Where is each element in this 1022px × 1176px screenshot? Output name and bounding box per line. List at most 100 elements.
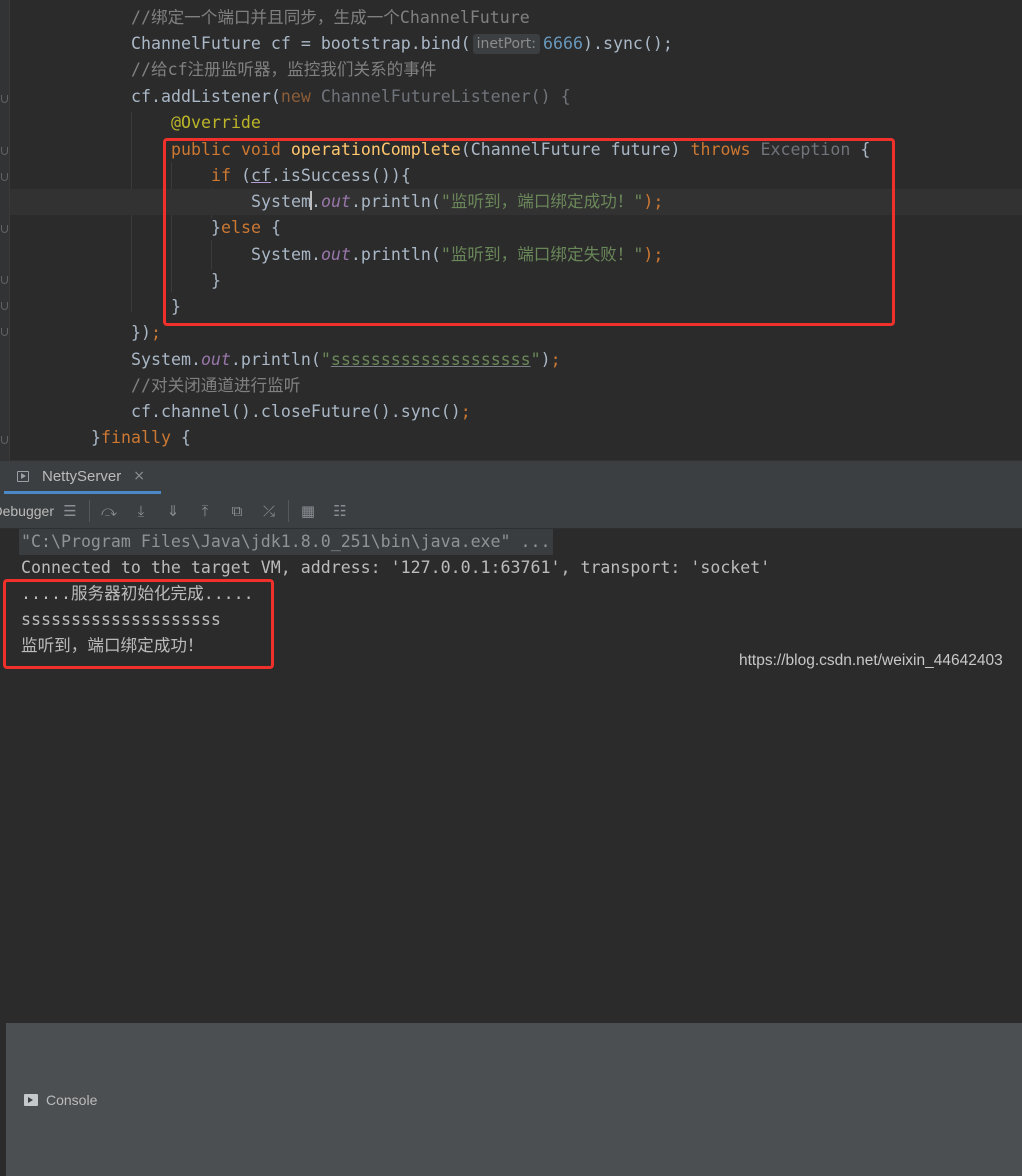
code-line-16: cf.channel().closeFuture().sync(); [131, 399, 471, 425]
code-editor[interactable]: //绑定一个端口并且同步，生成一个ChannelFuture ChannelFu… [0, 0, 1022, 460]
code-comment: //对关闭通道进行监听 [131, 376, 301, 395]
code-line-5: @Override [171, 110, 261, 136]
code-line-2: ChannelFuture cf = bootstrap.bind(inetPo… [131, 31, 673, 57]
code-token: System [251, 192, 311, 211]
code-token: { [260, 218, 281, 237]
code-annotation: @Override [171, 113, 261, 132]
code-token: ; [150, 323, 161, 342]
console-line-command[interactable]: "C:\Program Files\Java\jdk1.8.0_251\bin\… [19, 529, 553, 555]
toolbar-separator [89, 500, 90, 522]
fold-marker[interactable] [0, 225, 8, 234]
code-token: { [850, 140, 871, 159]
fold-marker[interactable] [0, 328, 8, 337]
code-token: (ChannelFuture future) [460, 140, 691, 159]
code-keyword: void [230, 140, 291, 159]
code-line-7: if (cf.isSuccess()){ [211, 163, 411, 189]
code-token: ChannelFutureListener() { [310, 87, 571, 106]
indent-guide [171, 162, 172, 292]
console-line: ssssssssssssssssssss [21, 610, 221, 629]
debug-toolbar: Debugger Console ☰ ⤼ ⤓ ⇓ ⤒ ⧉ ⤰ ▦ ☷ [0, 494, 1022, 1176]
code-token: ) [540, 350, 551, 369]
code-token: ChannelFuture cf = bootstrap.bind( [131, 34, 471, 53]
code-token: cf.addListener( [131, 87, 281, 106]
code-token: } [211, 271, 221, 290]
list-icon[interactable]: ☰ [54, 494, 86, 528]
code-comment: //给cf注册监听器，监控我们关系的事件 [131, 60, 437, 79]
console-line: Connected to the target VM, address: '12… [21, 558, 771, 577]
code-token: } [171, 297, 181, 316]
watermark-url: https://blog.csdn.net/weixin_44642403 [739, 652, 1003, 669]
code-token: . [310, 192, 321, 211]
code-line-13: }); [131, 320, 161, 346]
fold-marker[interactable] [0, 302, 8, 311]
step-into-icon[interactable]: ⤓ [125, 494, 157, 528]
code-token: } [91, 428, 101, 447]
code-keyword: finally [101, 428, 171, 447]
code-keyword: throws [690, 140, 751, 159]
run-to-cursor-icon[interactable]: ⤰ [253, 494, 285, 528]
tab-console[interactable]: Console [6, 1023, 1022, 1176]
code-string: "监听到，端口绑定成功！" [440, 192, 644, 211]
code-token: ( [230, 166, 251, 185]
code-token: ); [643, 192, 664, 211]
step-over-icon[interactable]: ⤼ [93, 494, 125, 528]
code-comment: //绑定一个端口并且同步，生成一个ChannelFuture [131, 8, 530, 27]
code-static-field: out [200, 350, 231, 369]
code-line-10: System.out.println("监听到，端口绑定失败！"); [251, 242, 663, 268]
code-line-8: System.out.println("监听到，端口绑定成功！"); [251, 189, 663, 215]
code-token: Exception [750, 140, 851, 159]
drop-frame-icon[interactable]: ⧉ [221, 494, 253, 528]
code-line-4: cf.addListener(new ChannelFutureListener… [131, 84, 571, 110]
code-number: 6666 [543, 34, 583, 53]
trace-icon[interactable]: ☷ [324, 494, 356, 528]
code-token: .println( [350, 192, 441, 211]
code-line-12: } [171, 294, 181, 320]
code-line-11: } [211, 268, 221, 294]
fold-marker[interactable] [0, 173, 8, 182]
fold-marker[interactable] [0, 436, 8, 445]
fold-marker[interactable] [0, 276, 8, 285]
code-token: ); [643, 245, 664, 264]
run-tab-label: NettyServer [42, 467, 122, 485]
console-line: 监听到，端口绑定成功！ [21, 636, 204, 655]
code-variable-ref: cf [250, 166, 271, 185]
code-token: .isSuccess()){ [270, 166, 411, 185]
fold-marker[interactable] [0, 95, 8, 104]
code-token: }) [131, 323, 151, 342]
code-keyword: else [221, 218, 261, 237]
console-icon [24, 1093, 38, 1106]
fold-marker[interactable] [0, 147, 8, 156]
code-line-14: System.out.println("ssssssssssssssssssss… [131, 347, 561, 373]
parameter-hint: inetPort: [472, 34, 541, 54]
run-config-icon [17, 469, 31, 483]
force-step-into-icon[interactable]: ⇓ [157, 494, 189, 528]
code-line-1: //绑定一个端口并且同步，生成一个ChannelFuture [131, 5, 530, 31]
tab-debugger[interactable]: Debugger [0, 494, 54, 528]
code-token: ; [460, 402, 471, 421]
code-static-field: out [320, 245, 351, 264]
code-token: .println( [230, 350, 321, 369]
code-string: ssssssssssssssssssss [330, 350, 531, 369]
code-keyword: public [171, 140, 231, 159]
code-line-6: public void operationComplete(ChannelFut… [171, 137, 870, 163]
code-line-15: //对关闭通道进行监听 [131, 373, 300, 399]
code-keyword: if [211, 166, 231, 185]
console-line: .....服务器初始化完成..... [21, 584, 254, 603]
close-icon[interactable]: × [133, 468, 145, 484]
code-token: System. [131, 350, 201, 369]
code-token: System. [251, 245, 321, 264]
code-token: { [170, 428, 191, 447]
code-string: "监听到，端口绑定失败！" [440, 245, 644, 264]
tab-console-label: Console [46, 1091, 98, 1108]
code-string: " [320, 350, 331, 369]
code-line-17: }finally { [91, 425, 191, 451]
run-tab-nettyserver[interactable]: NettyServer × [4, 461, 161, 494]
evaluate-icon[interactable]: ▦ [292, 494, 324, 528]
indent-guide [211, 240, 212, 270]
code-token: .println( [350, 245, 441, 264]
step-out-icon[interactable]: ⤒ [189, 494, 221, 528]
code-line-3: //给cf注册监听器，监控我们关系的事件 [131, 57, 436, 83]
code-line-9: }else { [211, 215, 281, 241]
code-string: " [530, 350, 541, 369]
code-token: cf.channel().closeFuture().sync() [131, 402, 461, 421]
